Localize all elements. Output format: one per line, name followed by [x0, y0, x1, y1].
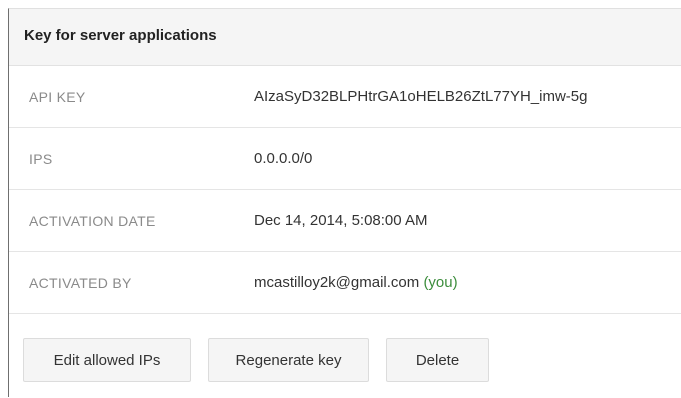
ips-label: IPS [29, 150, 53, 167]
server-key-panel: Key for server applications API KEY AIza… [8, 8, 681, 397]
edit-allowed-ips-button[interactable]: Edit allowed IPs [23, 338, 191, 382]
activated-by-label: ACTIVATED BY [29, 274, 132, 291]
action-bar: Edit allowed IPs Regenerate key Delete [9, 314, 681, 382]
activation-date-value: Dec 14, 2014, 5:08:00 AM [254, 212, 428, 229]
regenerate-key-button[interactable]: Regenerate key [208, 338, 369, 382]
ips-value: 0.0.0.0/0 [254, 150, 313, 167]
activated-by-value: mcastilloy2k@gmail.com (you) [254, 274, 458, 291]
row-ips: IPS 0.0.0.0/0 [9, 128, 681, 190]
activated-by-email: mcastilloy2k@gmail.com [254, 274, 420, 291]
row-api-key: API KEY AIzaSyD32BLPHtrGA1oHELB26ZtL77YH… [9, 66, 681, 128]
row-activation-date: ACTIVATION DATE Dec 14, 2014, 5:08:00 AM [9, 190, 681, 252]
activation-date-label: ACTIVATION DATE [29, 212, 156, 229]
api-key-value[interactable]: AIzaSyD32BLPHtrGA1oHELB26ZtL77YH_imw-5g [254, 88, 588, 105]
api-key-label: API KEY [29, 88, 86, 105]
delete-button[interactable]: Delete [386, 338, 489, 382]
you-indicator: (you) [423, 274, 458, 291]
panel-title: Key for server applications [9, 9, 681, 66]
row-activated-by: ACTIVATED BY mcastilloy2k@gmail.com (you… [9, 252, 681, 314]
